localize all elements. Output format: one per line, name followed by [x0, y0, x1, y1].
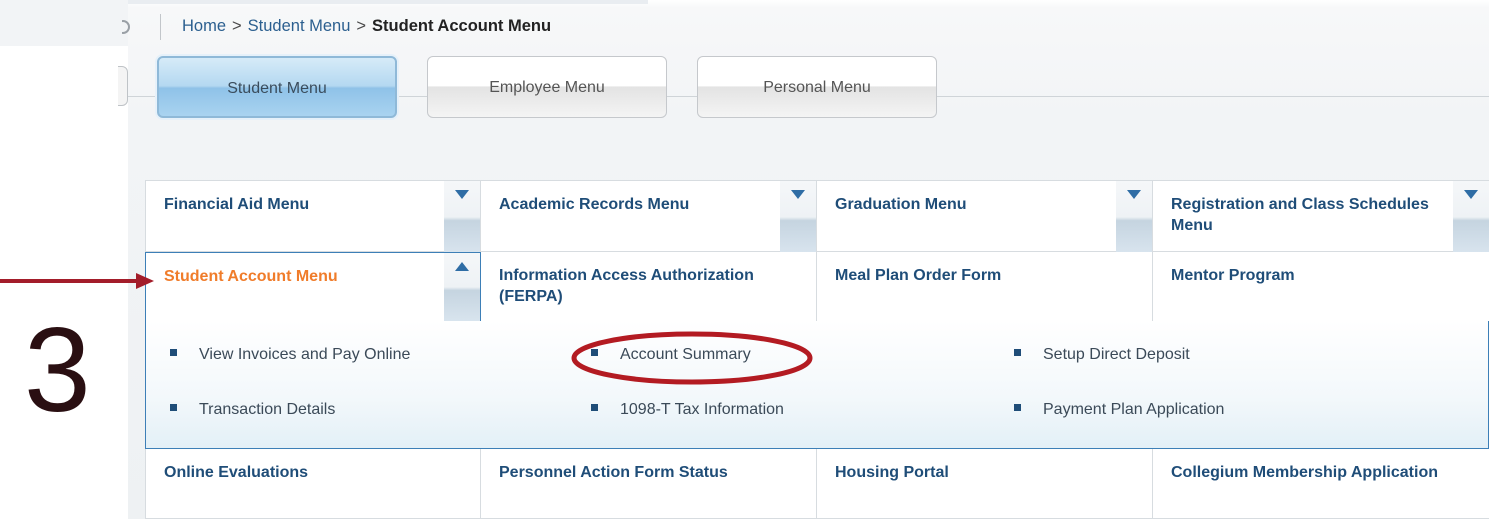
chevron-down-icon	[455, 190, 469, 199]
breadcrumb-home-link[interactable]: Home	[182, 17, 226, 35]
submenu-payment-plan[interactable]: Payment Plan Application	[1014, 401, 1224, 419]
submenu-label: Setup Direct Deposit	[1043, 346, 1190, 363]
collapse-student-account-toggle[interactable]	[444, 253, 480, 321]
breadcrumb-divider	[160, 14, 161, 40]
breadcrumb-student-menu-link[interactable]: Student Menu	[248, 17, 351, 35]
student-account-submenu: View Invoices and Pay Online Account Sum…	[145, 321, 1489, 449]
submenu-direct-deposit[interactable]: Setup Direct Deposit	[1014, 346, 1190, 364]
menu-label: Graduation Menu	[835, 196, 967, 213]
chevron-down-icon	[1464, 190, 1478, 199]
menu-label: Information Access Authorization (FERPA)	[499, 267, 754, 305]
menu-label: Collegium Membership Application	[1171, 464, 1438, 481]
breadcrumb: Home > Student Menu > Student Account Menu	[182, 17, 551, 36]
menu-academic-records[interactable]: Academic Records Menu	[481, 180, 817, 253]
bullet-icon	[591, 404, 598, 412]
menu-label: Meal Plan Order Form	[835, 267, 1002, 284]
menu-label: Financial Aid Menu	[164, 196, 310, 213]
expand-academic-records-toggle[interactable]	[780, 181, 816, 253]
bullet-icon	[170, 349, 177, 357]
submenu-label: Payment Plan Application	[1043, 401, 1225, 418]
menu-ferpa[interactable]: Information Access Authorization (FERPA)	[481, 252, 817, 322]
bullet-icon	[1014, 349, 1021, 357]
menu-personnel-action[interactable]: Personnel Action Form Status	[481, 449, 817, 519]
tab-label: Personal Menu	[763, 79, 871, 96]
refresh-icon[interactable]	[122, 17, 134, 41]
menu-label: Student Account Menu	[164, 268, 338, 285]
breadcrumb-separator: >	[232, 17, 242, 35]
menu-label: Academic Records Menu	[499, 196, 690, 213]
tab-label: Student Menu	[227, 80, 327, 97]
expand-registration-toggle[interactable]	[1453, 181, 1489, 253]
tab-label: Employee Menu	[489, 79, 605, 96]
annotation-arrow	[0, 273, 154, 289]
menu-meal-plan[interactable]: Meal Plan Order Form	[817, 252, 1153, 322]
tab-employee-menu[interactable]: Employee Menu	[427, 56, 667, 118]
menu-collegium[interactable]: Collegium Membership Application	[1153, 449, 1489, 519]
bullet-icon	[1014, 404, 1021, 412]
menu-label: Personnel Action Form Status	[499, 464, 728, 481]
menu-financial-aid[interactable]: Financial Aid Menu	[145, 180, 481, 253]
left-pane-header	[0, 0, 128, 46]
tab-student-menu[interactable]: Student Menu	[157, 56, 397, 118]
menu-label: Registration and Class Schedules Menu	[1171, 196, 1429, 234]
breadcrumb-current: Student Account Menu	[372, 17, 552, 35]
menu-label: Online Evaluations	[164, 464, 309, 481]
menu-label: Mentor Program	[1171, 267, 1295, 284]
sidebar-toggle-handle[interactable]	[118, 66, 130, 106]
breadcrumb-separator: >	[356, 17, 367, 35]
menu-student-account[interactable]: Student Account Menu	[145, 252, 481, 322]
bullet-icon	[170, 404, 177, 412]
submenu-label: Transaction Details	[199, 401, 336, 418]
left-pane	[0, 0, 128, 519]
submenu-label: 1098-T Tax Information	[620, 401, 784, 418]
menu-online-evaluations[interactable]: Online Evaluations	[145, 449, 481, 519]
submenu-1098t[interactable]: 1098-T Tax Information	[591, 401, 784, 419]
tab-personal-menu[interactable]: Personal Menu	[697, 56, 937, 118]
menu-mentor-program[interactable]: Mentor Program	[1153, 252, 1489, 322]
submenu-transaction-details[interactable]: Transaction Details	[170, 401, 335, 419]
chevron-down-icon	[1127, 190, 1141, 199]
submenu-label: View Invoices and Pay Online	[199, 346, 411, 363]
step-number: 3	[24, 303, 91, 437]
expand-financial-aid-toggle[interactable]	[444, 181, 480, 253]
chevron-up-icon	[455, 262, 469, 271]
menu-label: Housing Portal	[835, 464, 949, 481]
annotation-highlight-circle	[571, 331, 813, 385]
header-edge	[128, 0, 648, 4]
chevron-down-icon	[791, 190, 805, 199]
menu-housing-portal[interactable]: Housing Portal	[817, 449, 1153, 519]
submenu-view-invoices[interactable]: View Invoices and Pay Online	[170, 346, 410, 364]
menu-registration[interactable]: Registration and Class Schedules Menu	[1153, 180, 1489, 253]
expand-graduation-toggle[interactable]	[1116, 181, 1152, 253]
menu-graduation[interactable]: Graduation Menu	[817, 180, 1153, 253]
